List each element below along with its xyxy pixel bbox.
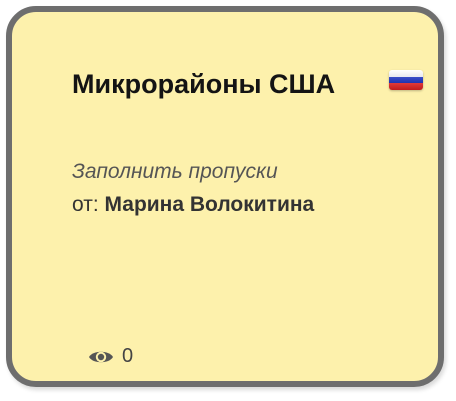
russia-flag-icon xyxy=(389,70,423,90)
activity-card[interactable]: Микрорайоны США Заполнить пропуски от: М… xyxy=(6,6,444,387)
views-count: 0 xyxy=(122,345,134,367)
eye-icon xyxy=(89,351,113,362)
views-counter: 0 xyxy=(88,345,133,368)
activity-type: Заполнить пропуски xyxy=(72,160,278,183)
card-title[interactable]: Микрорайоны США xyxy=(72,66,362,103)
author-line: от: Марина Волокитина xyxy=(72,193,314,217)
author-name[interactable]: Марина Волокитина xyxy=(105,193,315,216)
author-prefix: от: xyxy=(72,193,99,216)
